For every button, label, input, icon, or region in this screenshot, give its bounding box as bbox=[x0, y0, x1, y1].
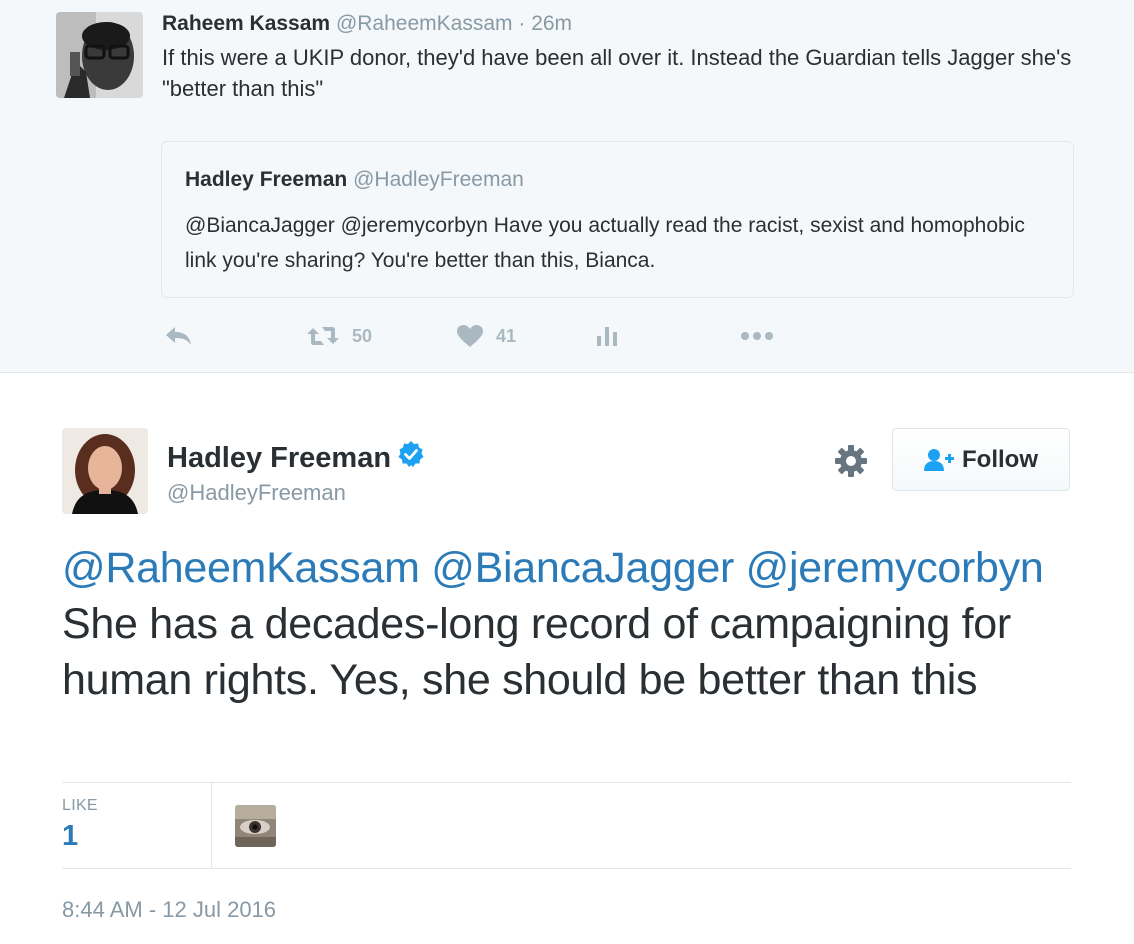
likes-label: LIKE bbox=[62, 797, 98, 814]
follow-button-label: Follow bbox=[962, 445, 1038, 473]
main-author-avatar[interactable] bbox=[62, 428, 148, 514]
like-count: 41 bbox=[496, 325, 517, 346]
follow-button[interactable]: Follow bbox=[892, 428, 1070, 491]
heart-icon bbox=[457, 325, 483, 347]
stats-divider-top bbox=[62, 782, 1071, 783]
mention-link[interactable]: @RaheemKassam bbox=[62, 544, 420, 592]
parent-author-avatar[interactable] bbox=[56, 12, 143, 98]
quoted-tweet[interactable]: Hadley Freeman @HadleyFreeman @BiancaJag… bbox=[161, 141, 1074, 298]
verified-badge-icon bbox=[397, 440, 425, 476]
main-tweet-body: She has a decades-long record of campaig… bbox=[62, 600, 1011, 704]
parent-author-name[interactable]: Raheem Kassam bbox=[162, 12, 330, 35]
quoted-author-handle: @HadleyFreeman bbox=[353, 168, 524, 191]
tweet-timestamp[interactable]: 8:44 AM - 12 Jul 2016 bbox=[62, 897, 276, 923]
reply-button[interactable] bbox=[164, 318, 194, 354]
mention-link[interactable]: @BiancaJagger bbox=[431, 544, 734, 592]
retweet-icon bbox=[307, 327, 339, 345]
mention-link[interactable]: @jeremycorbyn bbox=[746, 544, 1044, 592]
main-author-name-row: Hadley Freeman bbox=[167, 440, 425, 476]
stats-vertical-divider bbox=[211, 783, 212, 868]
main-author-name[interactable]: Hadley Freeman bbox=[167, 442, 391, 475]
quoted-author-name: Hadley Freeman bbox=[185, 168, 348, 191]
add-user-icon bbox=[924, 448, 954, 471]
quoted-tweet-header: Hadley Freeman @HadleyFreeman bbox=[185, 168, 524, 192]
gear-icon[interactable] bbox=[834, 444, 868, 483]
reply-icon bbox=[166, 327, 191, 345]
main-author-handle[interactable]: @HadleyFreeman bbox=[167, 480, 346, 506]
parent-tweet[interactable]: Raheem Kassam @RaheemKassam · 26m If thi… bbox=[0, 0, 1134, 373]
quoted-tweet-text: @BiancaJagger @jeremycorbyn Have you act… bbox=[185, 214, 1025, 272]
parent-tweet-header: Raheem Kassam @RaheemKassam · 26m bbox=[162, 12, 572, 36]
parent-tweet-time[interactable]: 26m bbox=[531, 12, 572, 35]
tweet-actions: 50 41 bbox=[0, 318, 900, 354]
retweet-count: 50 bbox=[352, 325, 373, 346]
analytics-icon bbox=[597, 327, 617, 346]
parent-author-handle[interactable]: @RaheemKassam bbox=[336, 12, 513, 35]
liker-avatar[interactable] bbox=[235, 805, 276, 847]
retweet-button[interactable]: 50 bbox=[306, 318, 372, 354]
stats-divider-bottom bbox=[62, 868, 1071, 869]
parent-tweet-text: If this were a UKIP donor, they'd have b… bbox=[162, 45, 1072, 101]
more-icon bbox=[741, 332, 773, 340]
likes-count[interactable]: 1 bbox=[62, 820, 78, 853]
header-separator: · bbox=[518, 12, 526, 35]
like-button[interactable]: 41 bbox=[456, 318, 516, 354]
more-button[interactable] bbox=[740, 318, 774, 354]
analytics-button[interactable] bbox=[596, 318, 618, 354]
main-tweet-text: @RaheemKassam @BiancaJagger @jeremycorby… bbox=[62, 540, 1072, 708]
